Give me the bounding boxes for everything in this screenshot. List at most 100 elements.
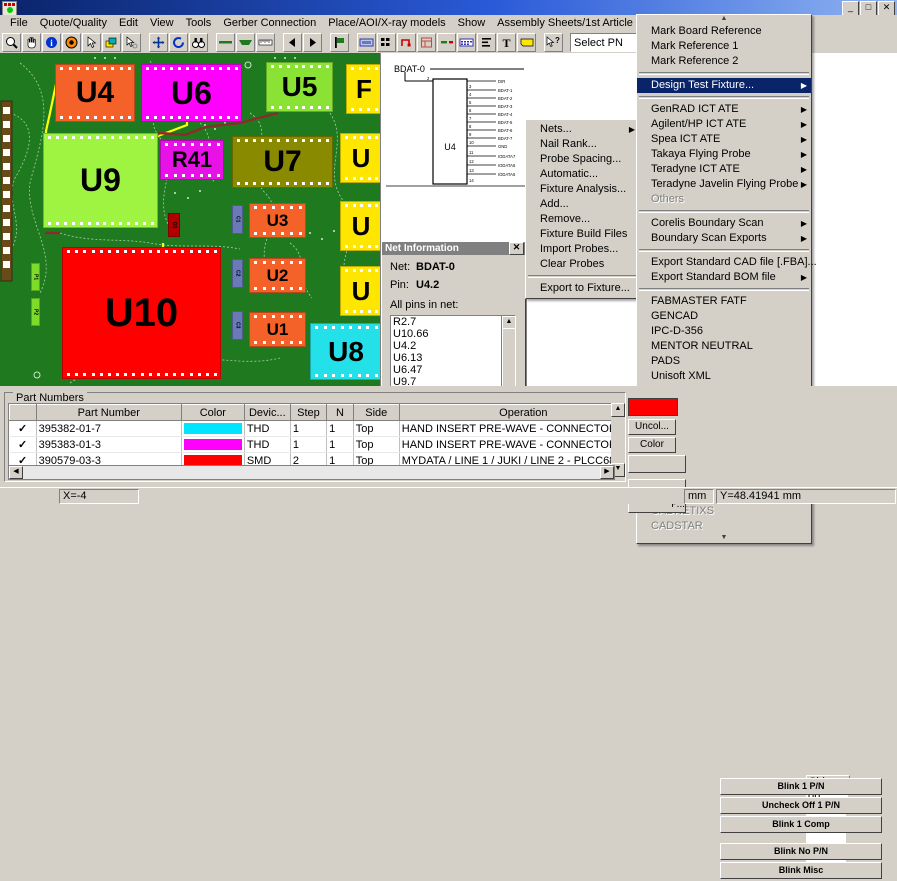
pcb-component-u6-1[interactable]: U6 [141,64,242,122]
menu-gerber-connection[interactable]: Gerber Connection [217,16,322,30]
col-side[interactable]: Side [352,404,400,421]
dash-icon[interactable] [437,33,456,52]
pcb-view[interactable]: U4 U6 U5 R41 U7 U9 U3 U2 U1 U10 U8 F U U U C1 C2 C3 D1 P1 P2 [0,53,380,386]
menu-item-teradyne-ict-ate[interactable]: Teradyne ICT ATE ▶ [637,162,811,177]
blink-1-pn-button[interactable]: Blink 1 P/N [720,778,882,795]
uncolor-button[interactable]: Uncol... [628,419,676,435]
pick-arrow-icon[interactable] [82,33,101,52]
fixture-context-menu[interactable]: Nets... ▶ Nail Rank... Probe Spacing... Auto… [525,119,640,299]
menu-item-unisoft-xml[interactable]: Unisoft XML [637,369,811,384]
menu-item-teradyne-javelin-flying-probe[interactable]: Teradyne Javelin Flying Probe ▶ [637,177,811,192]
blink-1-comp-button[interactable]: Blink 1 Comp [720,816,882,833]
menu-item-mark-board-reference[interactable]: Mark Board Reference [637,24,811,39]
menu-scroll-up-icon[interactable]: ▲ [637,15,811,24]
menu-item-corelis-boundary-scan[interactable]: Corelis Boundary Scan ▶ [637,216,811,231]
menu-item-takaya-flying-probe[interactable]: Takaya Flying Probe ▶ [637,147,811,162]
color-swatch[interactable] [628,398,678,416]
menu-item-remove[interactable]: Remove... [526,212,639,227]
frame-icon[interactable] [417,33,436,52]
pcb-component-u-14[interactable]: U [340,266,380,316]
col-part-number[interactable]: Part Number [35,404,182,421]
line-icon[interactable] [216,33,235,52]
part-numbers-hscrollbar[interactable]: ◀ ▶ [8,465,615,480]
col-check[interactable] [9,404,37,421]
menu-quote-quality[interactable]: Quote/Quality [34,16,113,30]
pcb-component-u3-6[interactable]: U3 [249,203,306,238]
scrollbar-thumb[interactable] [502,328,515,392]
col-device[interactable]: Devic... [243,404,291,421]
flag-icon[interactable] [330,33,349,52]
route-icon[interactable] [397,33,416,52]
menu-item-probe-spacing[interactable]: Probe Spacing... [526,152,639,167]
blink-misc-button[interactable]: Blink Misc [720,862,882,879]
menu-item-export-standard-cad-file-fba[interactable]: Export Standard CAD file [.FBA]... [637,255,817,270]
col-step[interactable]: Step [289,404,328,421]
pcb-small-part-d1-3[interactable]: D1 [168,213,180,237]
menu-item-export-to-fixture[interactable]: Export to Fixture... [526,281,639,296]
menu-item-mark-reference-2[interactable]: Mark Reference 2 [637,54,811,69]
pcb-small-part-c1-0[interactable]: C1 [232,205,243,234]
scroll-left-icon[interactable]: ◀ [9,466,23,479]
window-controls[interactable]: _ □ ✕ [842,1,895,16]
pcb-component-r41-3[interactable]: R41 [160,140,224,180]
col-n[interactable]: N [326,404,354,421]
restore-button[interactable]: □ [860,1,877,16]
cell-color-swatch[interactable] [181,436,245,453]
pcb-component-u10-9[interactable]: U10 [62,247,221,379]
help-pointer-icon[interactable]: ? [544,33,563,52]
rotate-icon[interactable] [169,33,188,52]
blink-no-pn-button[interactable]: Blink No P/N [720,843,882,860]
align-icon[interactable] [477,33,496,52]
menu-view[interactable]: View [144,16,180,30]
menu-item-fixture-analysis[interactable]: Fixture Analysis... [526,182,639,197]
zoom-icon[interactable] [2,33,21,52]
color-preview-box[interactable] [628,455,686,473]
text-tool-icon[interactable]: T [497,33,516,52]
menu-assembly-sheets[interactable]: Assembly Sheets/1st Article [491,16,639,30]
blink-controls[interactable]: Blink 1 P/N Uncheck Off 1 P/N Blink 1 Co… [720,778,890,881]
menu-place-aoi-xray-models[interactable]: Place/AOI/X-ray models [322,16,451,30]
pcb-component-u-13[interactable]: U [340,201,380,251]
menu-item-clear-probes[interactable]: Clear Probes [526,257,639,272]
pcb-component-u9-5[interactable]: U9 [43,133,158,228]
col-operation[interactable]: Operation [398,404,614,421]
pcb-component-u1-8[interactable]: U1 [249,312,306,347]
scroll-up-icon[interactable]: ▲ [611,403,625,417]
pcb-component-u-12[interactable]: U [340,133,380,183]
menu-edit[interactable]: Edit [113,16,144,30]
menu-item-export-standard-bom-file[interactable]: Export Standard BOM file ▶ [637,270,811,285]
net-pin-item[interactable]: U6.47 [391,364,515,376]
menu-item-pads[interactable]: PADS [637,354,811,369]
menu-item-import-probes[interactable]: Import Probes... [526,242,639,257]
pcb-small-part-c2-1[interactable]: C2 [232,259,243,288]
net-pin-item[interactable]: R2.7 [391,316,515,328]
row-check-icon[interactable]: ✓ [9,436,37,453]
scroll-right-icon[interactable]: ▶ [600,466,614,479]
pcb-component-u7-4[interactable]: U7 [232,136,333,188]
table-row[interactable]: ✓ 395383-01-3 THD 1 1 Top HAND INSERT PRE-WAVE… [9,436,614,453]
menu-item-genrad-ict-ate[interactable]: GenRAD ICT ATE ▶ [637,102,811,117]
menu-tools[interactable]: Tools [180,16,218,30]
board-icon[interactable] [357,33,376,52]
close-icon[interactable]: ✕ [509,242,524,255]
menu-item-agilent-hp-ict-ate[interactable]: Agilent/HP ICT ATE ▶ [637,117,811,132]
net-pin-item[interactable]: U6.13 [391,352,515,364]
grid-parts-icon[interactable] [377,33,396,52]
menu-item-ipc-d-356[interactable]: IPC-D-356 [637,324,811,339]
menu-item-fixture-build-files[interactable]: Fixture Build Files [526,227,639,242]
ruler-icon[interactable] [256,33,275,52]
select-arrow-icon[interactable] [122,33,141,52]
minimize-button[interactable]: _ [842,1,859,16]
pcb-component-u4-0[interactable]: U4 [55,64,135,122]
net-pin-item[interactable]: U10.66 [391,328,515,340]
thick-line-icon[interactable] [236,33,255,52]
target-icon[interactable] [62,33,81,52]
table-row[interactable]: ✓ 395382-01-7 THD 1 1 Top HAND INSERT PRE-WAVE… [9,420,614,437]
pcb-small-part-p1-4[interactable]: P1 [31,263,40,291]
fit-move-icon[interactable] [149,33,168,52]
layers-icon[interactable] [102,33,121,52]
menu-item-mentor-neutral[interactable]: MENTOR NEUTRAL [637,339,811,354]
pcb-small-part-c3-2[interactable]: C3 [232,311,243,340]
menu-item-gencad[interactable]: GENCAD [637,309,811,324]
note-icon[interactable] [517,33,536,52]
